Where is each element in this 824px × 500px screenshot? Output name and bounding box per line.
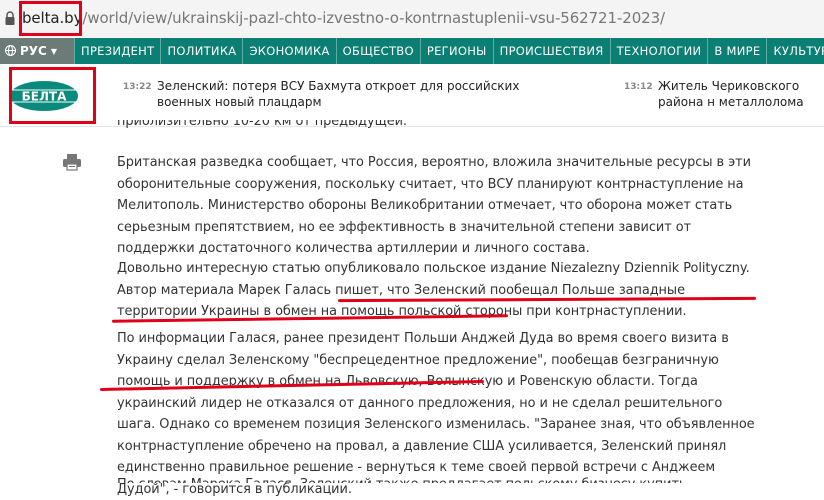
news-time: 13:22 bbox=[123, 82, 152, 92]
article-fragment-top: приблизительно 10-20 км от предыдущей. bbox=[117, 120, 757, 132]
nav-item[interactable]: ЭКОНОМИКА bbox=[242, 38, 335, 64]
article-paragraph: Британская разведка сообщает, что Россия… bbox=[117, 155, 751, 256]
language-selector[interactable]: РУС ▼ bbox=[0, 38, 74, 64]
lock-icon bbox=[5, 11, 15, 25]
news-headline[interactable]: Житель Чериковского района н металлолома bbox=[658, 78, 824, 110]
article-paragraph: Довольно интересную статью опубликовало … bbox=[117, 261, 750, 319]
highlight-box-url bbox=[19, 1, 82, 36]
nav-item[interactable]: ПОЛИТИКА bbox=[160, 38, 242, 64]
nav-item[interactable]: ТЕХНОЛОГИИ bbox=[609, 38, 708, 64]
nav-item[interactable]: РЕГИОНЫ bbox=[419, 38, 493, 64]
highlight-box-logo bbox=[9, 67, 96, 124]
chevron-down-icon: ▼ bbox=[50, 47, 58, 56]
site-header: БЕЛТА 13:22 Зеленский: потеря ВСУ Бахмут… bbox=[0, 64, 824, 127]
print-icon[interactable] bbox=[62, 152, 82, 172]
main-nav: РУС ▼ ПРЕЗИДЕНТ ПОЛИТИКА ЭКОНОМИКА ОБЩЕСТВО Р… bbox=[0, 38, 824, 64]
language-label: РУС bbox=[20, 44, 47, 58]
url-path: /world/view/ukrainskij-pazl-chto-izvestn… bbox=[82, 9, 665, 27]
news-time: 13:12 bbox=[624, 82, 653, 92]
nav-item[interactable]: ПРОИСШЕСТВИЯ bbox=[492, 38, 610, 64]
article-fragment-bottom: По словам Марека Галася, Зеленский также… bbox=[117, 474, 757, 483]
url-text[interactable]: belta.by/world/view/ukrainskij-pazl-chto… bbox=[22, 9, 665, 27]
nav-item[interactable]: ПРЕЗИДЕНТ bbox=[74, 38, 160, 64]
article-text-partial: приблизительно 10-20 км от предыдущей. bbox=[117, 120, 407, 129]
nav-item[interactable]: ОБЩЕСТВО bbox=[335, 38, 420, 64]
globe-icon bbox=[5, 45, 16, 56]
nav-items: ПРЕЗИДЕНТ ПОЛИТИКА ЭКОНОМИКА ОБЩЕСТВО РЕГИОН… bbox=[74, 38, 824, 64]
address-bar[interactable]: belta.by/world/view/ukrainskij-pazl-chto… bbox=[0, 0, 824, 39]
nav-item[interactable]: КУЛЬТУРА bbox=[766, 38, 824, 64]
news-headline[interactable]: Зеленский: потеря ВСУ Бахмута откроет дл… bbox=[157, 78, 577, 110]
nav-item[interactable]: В МИРЕ bbox=[707, 38, 766, 64]
article-text-partial: По словам Марека Галася, Зеленский также… bbox=[117, 474, 757, 483]
